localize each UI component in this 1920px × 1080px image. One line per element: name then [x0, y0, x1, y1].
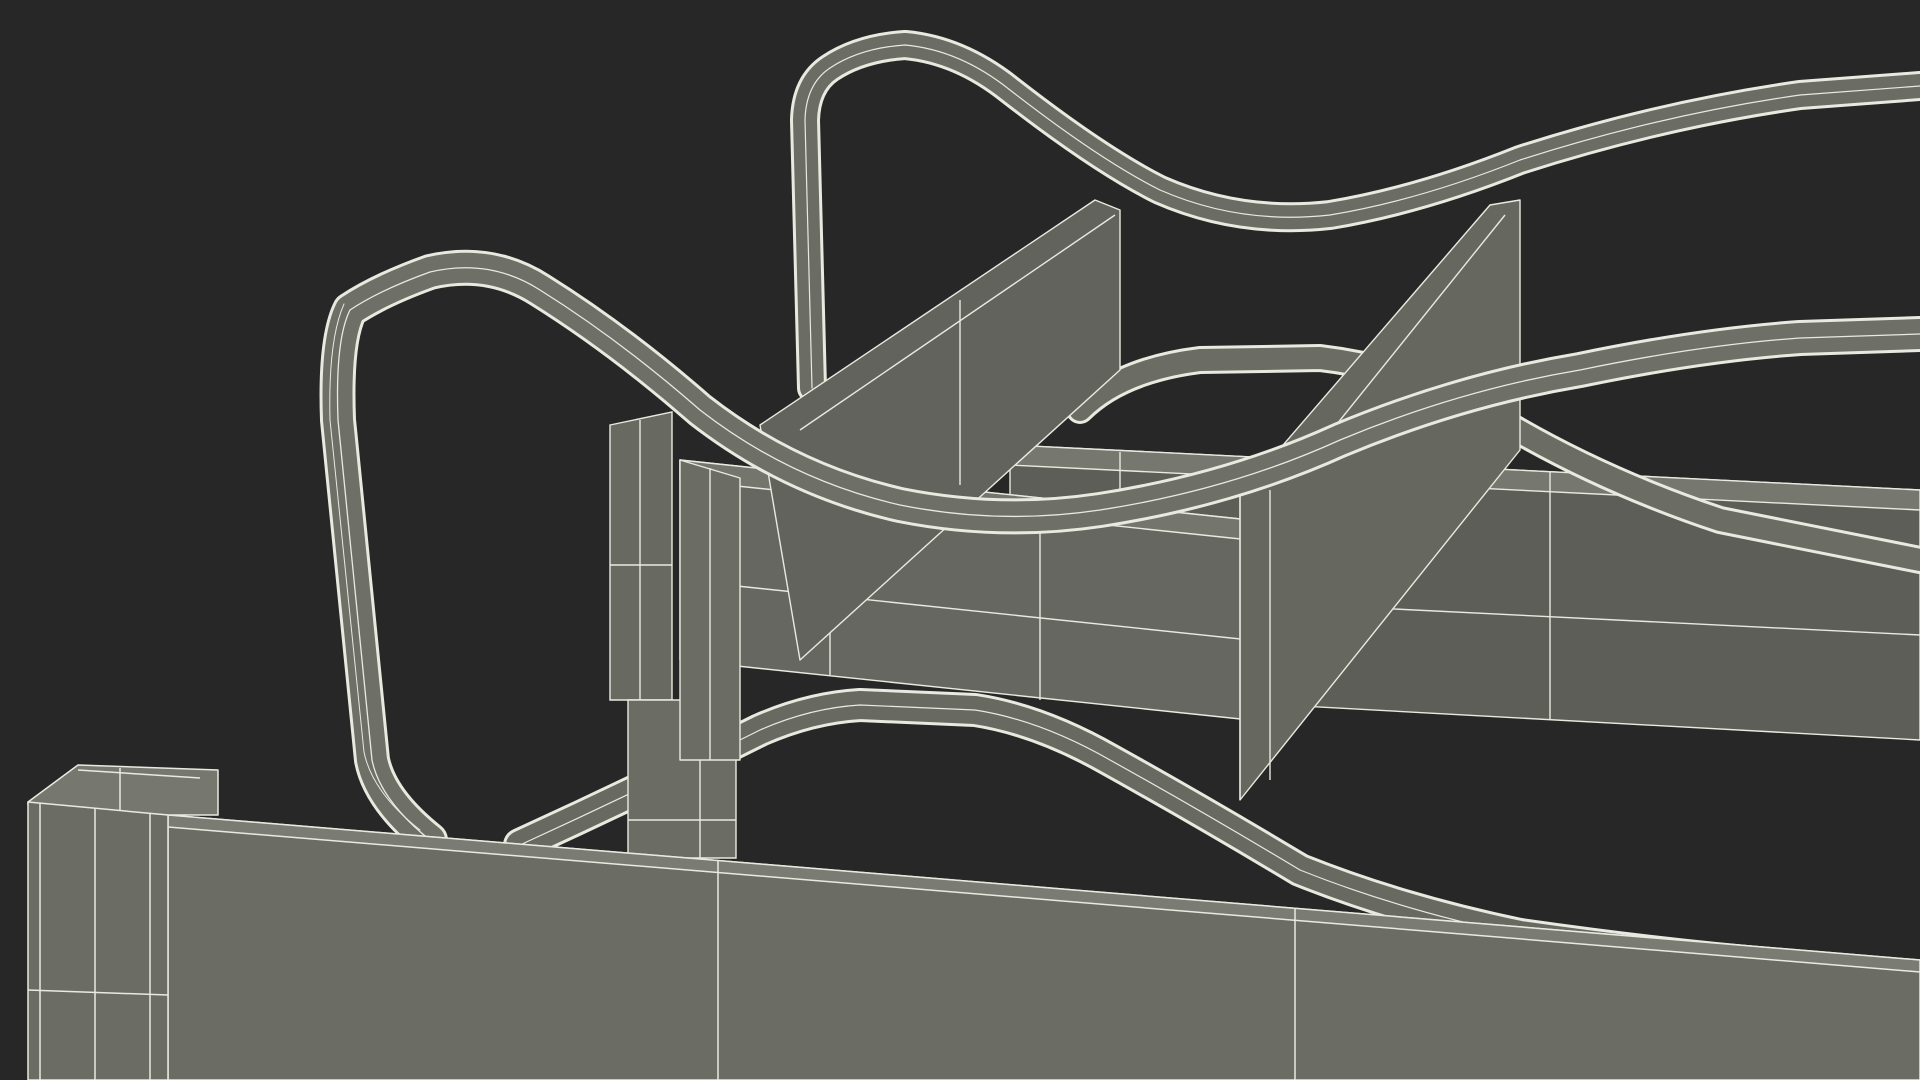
viewport-3d[interactable]: [0, 0, 1920, 1080]
escalator-wireframe-render: [0, 0, 1920, 1080]
